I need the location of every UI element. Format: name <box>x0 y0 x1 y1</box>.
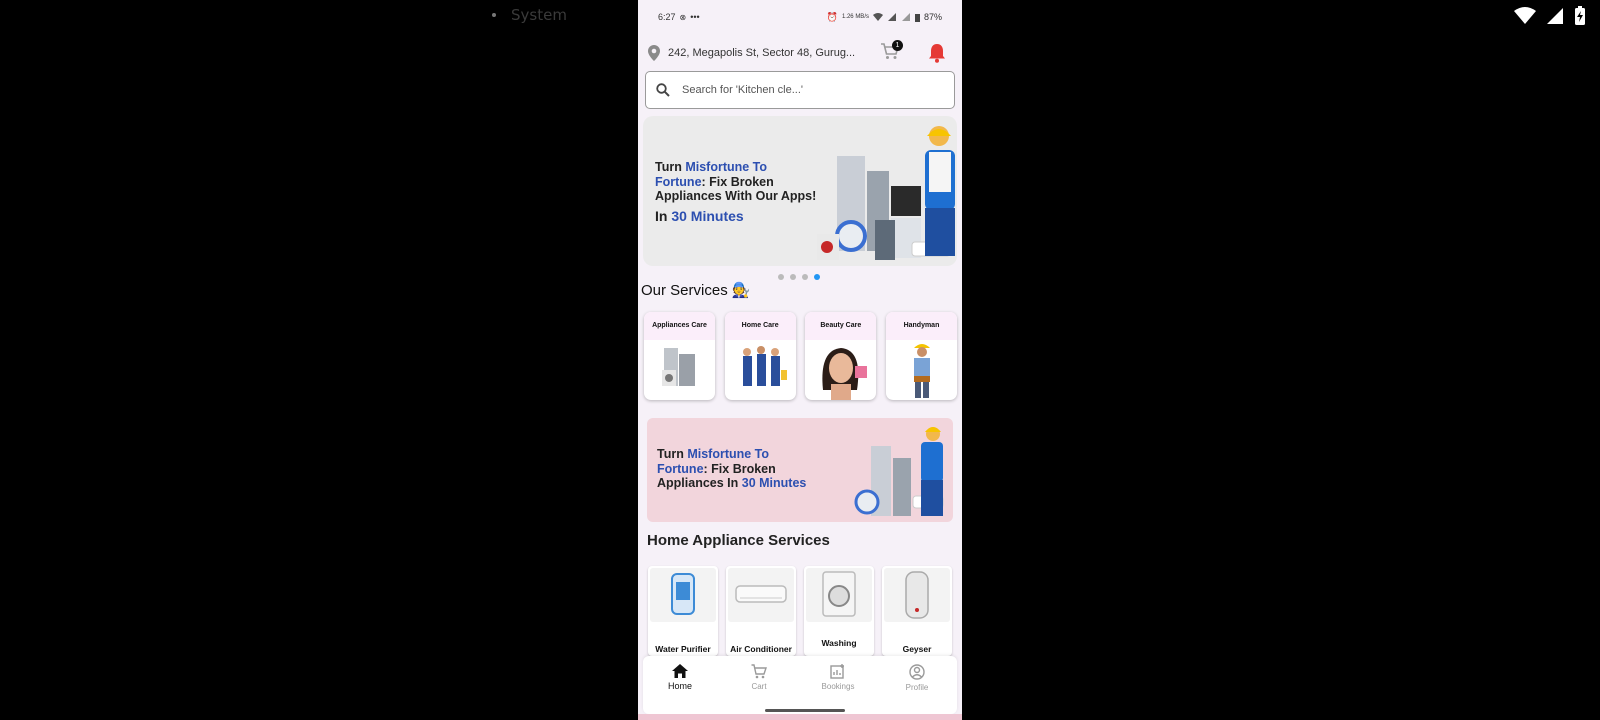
search-input[interactable] <box>680 83 924 97</box>
appliance-card-label: Air Conditioner <box>730 644 792 654</box>
carousel-indicator <box>778 274 820 280</box>
service-card-label: Beauty Care <box>805 312 877 340</box>
search-bar[interactable] <box>645 71 955 109</box>
promo-banner[interactable]: Turn Misfortune To Fortune: Fix Broken A… <box>647 418 953 522</box>
link-icon: ⊗ <box>679 12 687 22</box>
notification-bell-icon[interactable] <box>928 43 946 63</box>
appliance-card-water-purifier[interactable]: Water Purifier <box>648 566 718 656</box>
nav-label: Cart <box>751 682 767 691</box>
cleaning-staff-illustration <box>742 346 787 386</box>
carousel-dot[interactable] <box>802 274 808 280</box>
battery-icon <box>914 13 920 22</box>
profile-icon <box>909 664 925 680</box>
hero-banner-text: Turn Misfortune To Fortune: Fix Broken A… <box>655 160 817 224</box>
nav-cart[interactable]: Cart <box>729 664 789 691</box>
service-card-home-care[interactable]: Home Care <box>724 312 796 400</box>
nav-profile[interactable]: Profile <box>887 664 947 692</box>
beauty-model-illustration <box>822 348 868 400</box>
nav-label: Profile <box>905 683 929 692</box>
water-purifier-icon <box>650 568 716 622</box>
appliance-card-washing[interactable]: Washing <box>804 566 874 656</box>
service-card-handyman[interactable]: Handyman <box>885 312 957 400</box>
services-grid: Appliances Care Home Care Beauty Care Ha… <box>644 312 957 400</box>
promo-banner-text: Turn Misfortune To Fortune: Fix Broken A… <box>657 447 807 490</box>
nav-label: Bookings <box>821 682 855 691</box>
home-icon <box>672 664 688 678</box>
bottom-edge <box>638 714 962 720</box>
data-speed: 1.26 MB/s <box>841 14 869 20</box>
service-card-label: Appliances Care <box>644 312 715 340</box>
battery-level: 87% <box>923 12 942 22</box>
service-card-label: Handyman <box>885 312 957 340</box>
service-card-label: Home Care <box>724 312 796 340</box>
service-card-beauty-care[interactable]: Beauty Care <box>805 312 877 400</box>
system-tray <box>1514 6 1586 26</box>
alarm-icon: ⏰ <box>826 11 838 22</box>
address-bar[interactable]: 242, Megapolis St, Sector 48, Gurug... 1 <box>638 34 962 72</box>
appliance-card-label: Water Purifier <box>655 644 711 654</box>
signal-icon <box>887 13 896 21</box>
bottom-navigation: Home Cart Bookings Profile <box>643 656 957 714</box>
nav-label: Home <box>667 681 692 691</box>
appliance-card-air-conditioner[interactable]: Air Conditioner <box>726 566 796 656</box>
nav-home[interactable]: Home <box>650 664 710 691</box>
appliances-technician-illustration <box>817 126 955 260</box>
status-bar: 6:27 ⊗ ••• ⏰ 1.26 MB/s 87% <box>638 0 962 34</box>
bookings-icon <box>830 664 844 679</box>
address-text[interactable]: 242, Megapolis St, Sector 48, Gurug... <box>668 47 858 59</box>
appliance-services-title: Home Appliance Services <box>647 532 830 549</box>
handyman-illustration <box>913 344 930 398</box>
phone-screen: 6:27 ⊗ ••• ⏰ 1.26 MB/s 87% 242, Megapoli… <box>638 0 962 720</box>
battery-charging-icon <box>1575 6 1585 25</box>
hero-banner[interactable]: Turn Misfortune To Fortune: Fix Broken A… <box>643 116 957 266</box>
appliance-services-row: Water Purifier Air Conditioner Washing G… <box>648 566 952 656</box>
cart-badge: 1 <box>892 40 903 51</box>
search-icon <box>656 83 670 97</box>
signal-icon <box>1547 8 1563 24</box>
nav-bookings[interactable]: Bookings <box>808 664 868 691</box>
location-pin-icon <box>648 45 660 61</box>
cart-icon <box>751 664 767 679</box>
appliance-card-label: Geyser <box>902 644 932 654</box>
appliance-card-geyser[interactable]: Geyser <box>882 566 952 656</box>
geyser-icon <box>884 568 950 622</box>
system-dot <box>492 13 496 17</box>
carousel-dot-active[interactable] <box>814 274 820 280</box>
more-icon: ••• <box>690 12 700 22</box>
gesture-home-indicator[interactable] <box>765 709 845 712</box>
wifi-icon <box>872 13 883 21</box>
service-card-appliances-care[interactable]: Appliances Care <box>644 312 715 400</box>
appliances-technician-illustration <box>854 427 944 516</box>
header-cart-button[interactable]: 1 <box>880 40 903 64</box>
wifi-icon <box>1514 7 1536 24</box>
system-label: System <box>511 6 567 24</box>
status-time: 6:27 <box>658 12 676 22</box>
services-title: Our Services 🧑‍🔧 <box>641 282 751 299</box>
appliance-card-label: Washing <box>821 638 857 648</box>
washing-machine-icon <box>806 568 872 622</box>
carousel-dot[interactable] <box>790 274 796 280</box>
air-conditioner-icon <box>728 568 794 622</box>
carousel-dot[interactable] <box>778 274 784 280</box>
appliances-illustration <box>662 348 695 386</box>
signal-icon <box>901 13 910 21</box>
